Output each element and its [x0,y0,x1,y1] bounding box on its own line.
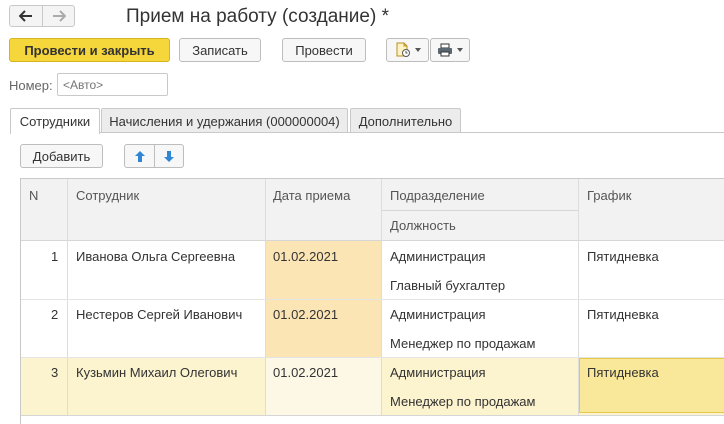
save-button[interactable]: Записать [179,38,261,62]
department-cell[interactable]: Администрация [390,249,486,264]
department-cell[interactable]: Администрация [390,365,486,380]
schedule-cell[interactable]: Пятидневка [587,307,659,322]
row-divider [21,299,724,300]
column-header-hire-date[interactable]: Дата приема [273,188,350,203]
move-up-button[interactable] [125,145,154,167]
back-button[interactable] [10,6,42,26]
hire-date-cell[interactable]: 01.02.2021 [273,365,338,380]
forward-button[interactable] [42,6,74,26]
employee-cell[interactable]: Кузьмин Михаил Олегович [76,365,237,380]
chevron-down-icon [414,48,421,52]
hire-date-cell[interactable]: 01.02.2021 [273,249,338,264]
row-divider [21,415,724,416]
navigation-group [9,5,75,27]
add-button[interactable]: Добавить [20,144,103,168]
employee-cell[interactable]: Нестеров Сергей Иванович [76,307,242,322]
position-cell[interactable]: Менеджер по продажам [390,336,535,351]
schedule-cell[interactable]: Пятидневка [587,365,659,380]
column-header-n[interactable]: N [29,188,38,203]
position-cell[interactable]: Главный бухгалтер [390,278,505,293]
column-header-department[interactable]: Подразделение [390,188,485,203]
row-number: 3 [51,365,59,380]
schedule-cell[interactable]: Пятидневка [587,249,659,264]
header-subdivider [381,210,578,211]
post-and-close-button[interactable]: Провести и закрыть [9,38,170,62]
arrow-left-icon [19,10,32,22]
row-number: 2 [51,307,59,322]
row-divider [21,357,724,358]
move-down-button[interactable] [154,145,183,167]
arrow-up-icon [134,150,145,162]
column-header-schedule[interactable]: График [587,188,631,203]
print-button[interactable] [430,38,470,62]
post-button[interactable]: Провести [282,38,366,62]
position-cell[interactable]: Менеджер по продажам [390,394,535,409]
arrow-down-icon [164,150,174,162]
hire-date-cell[interactable]: 01.02.2021 [273,307,338,322]
arrow-right-icon [52,10,66,22]
printer-icon [438,43,452,57]
page-title: Прием на работу (создание) * [126,6,389,27]
column-divider [265,179,266,415]
column-divider [67,179,68,415]
number-field[interactable] [57,73,168,96]
department-cell[interactable]: Администрация [390,307,486,322]
move-buttons [124,144,184,168]
chevron-down-icon [457,48,463,52]
create-based-on-icon [396,42,410,57]
tab-accruals-deductions[interactable]: Начисления и удержания (000000004) [101,108,348,133]
column-header-position[interactable]: Должность [390,218,456,233]
number-label: Номер: [9,78,53,93]
employees-table: N Сотрудник Дата приема Подразделение До… [20,178,724,424]
column-divider [578,179,579,415]
tab-employees[interactable]: Сотрудники [10,108,100,134]
employee-cell[interactable]: Иванова Ольга Сергеевна [76,249,235,264]
tab-divider [10,132,724,133]
column-divider [381,179,382,415]
tab-additional[interactable]: Дополнительно [350,108,461,133]
column-header-employee[interactable]: Сотрудник [76,188,139,203]
create-based-on-button[interactable] [386,38,429,62]
row-number: 1 [51,249,59,264]
